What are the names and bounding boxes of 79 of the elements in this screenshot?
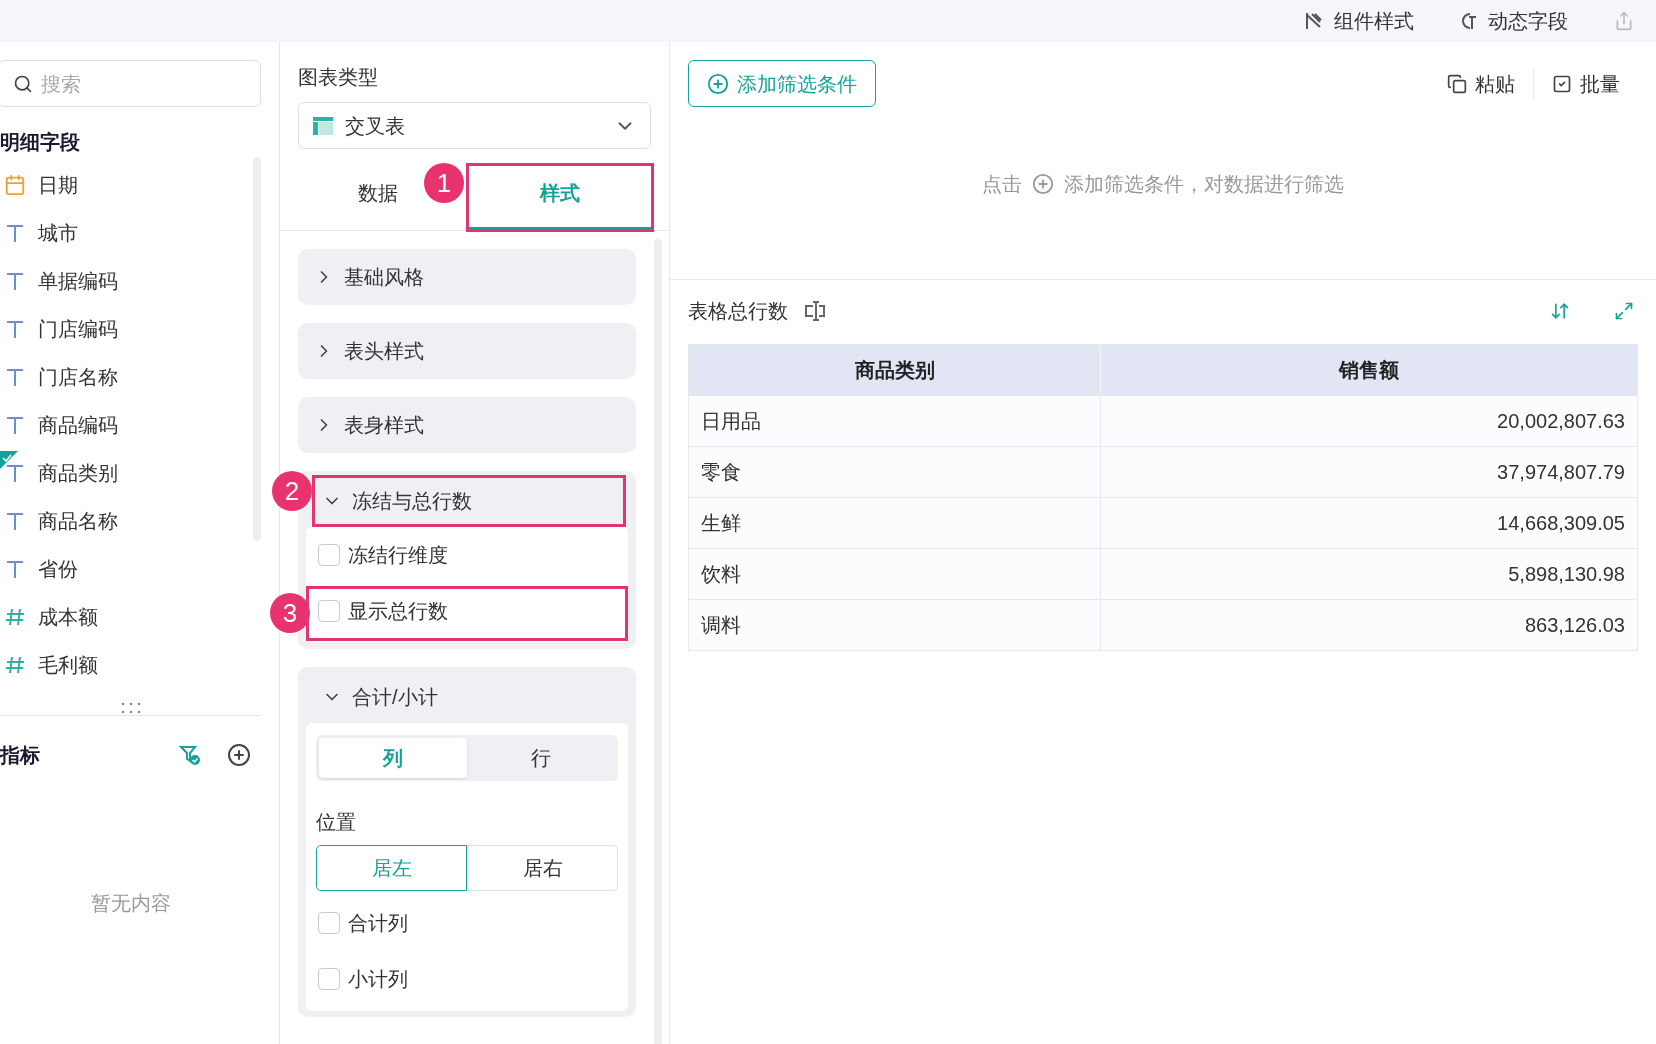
field-item[interactable]: 单据编码 (0, 257, 253, 305)
section-title: 合计/小计 (352, 685, 438, 710)
panel-tab[interactable]: 数据 (342, 159, 414, 230)
text-type-icon (4, 559, 26, 579)
table-cell-text: 5,898,130.98 (1507, 562, 1626, 587)
empty-text: 暂无内容 (89, 891, 172, 916)
field-item[interactable]: 毛利额 (0, 641, 253, 689)
field-item[interactable]: 商品类别 (0, 449, 253, 497)
section-title: 基础风格 (344, 265, 424, 290)
option-label: 合计列 (348, 911, 408, 936)
step-badge: 2 (272, 471, 312, 511)
toolbar-button[interactable]: 批量 (1533, 68, 1638, 99)
segment-tab[interactable]: 行 (467, 738, 615, 778)
text-cursor-icon[interactable] (804, 300, 826, 322)
table-cell-text: 37,974,807.79 (1496, 460, 1626, 485)
field-item[interactable]: 日期 (0, 161, 253, 209)
search-input[interactable]: 搜索 (41, 68, 221, 99)
section-heading: 指标 (0, 743, 41, 768)
position-option[interactable]: 居右 (467, 845, 618, 891)
step-badge: 3 (270, 593, 310, 633)
table-cell: 调料 (689, 600, 1101, 650)
checkbox[interactable] (318, 968, 340, 990)
drag-handle-icon[interactable] (120, 702, 142, 714)
option-label: 冻结行维度 (348, 543, 448, 568)
hash-icon (4, 655, 26, 675)
option-label: 显示总行数 (348, 599, 448, 624)
hint-text: 点击 (982, 172, 1022, 197)
section-heading: 明细字段 (0, 130, 81, 155)
section-title: 冻结与总行数 (352, 489, 472, 514)
copy-icon (1447, 73, 1467, 94)
field-item[interactable]: 城市 (0, 209, 253, 257)
add-icon (707, 72, 729, 95)
toolbar-button[interactable]: 组件样式 (1304, 6, 1414, 36)
toolbar-button[interactable]: 动态字段 (1460, 6, 1568, 36)
fullscreen-icon[interactable] (1614, 301, 1634, 321)
text-type-icon (4, 271, 26, 291)
field-label: 图表类型 (298, 65, 379, 90)
column-header: 销售额 (1337, 358, 1400, 383)
text-type-icon (4, 511, 26, 531)
section-title: 表身样式 (344, 413, 424, 438)
checkbox[interactable] (318, 544, 340, 566)
checkbox[interactable] (318, 600, 340, 622)
toolbar-button[interactable]: 粘贴 (1429, 68, 1533, 99)
add-icon (1032, 173, 1054, 195)
field-item[interactable]: 成本额 (0, 593, 253, 641)
field-item[interactable]: 门店名称 (0, 353, 253, 401)
brush-icon (1304, 11, 1324, 31)
field-item[interactable]: 省份 (0, 545, 253, 593)
option-label: 小计列 (348, 967, 408, 992)
checkbox[interactable] (318, 912, 340, 934)
checkbox-icon (1552, 73, 1572, 94)
search-icon (13, 73, 33, 94)
add-icon[interactable] (227, 743, 251, 767)
hint-text: 添加筛选条件，对数据进行筛选 (1064, 172, 1344, 197)
export-icon[interactable] (1614, 11, 1634, 31)
table-title: 表格总行数 (688, 299, 788, 324)
field-item[interactable]: 商品名称 (0, 497, 253, 545)
swap-icon[interactable] (1550, 301, 1570, 321)
calendar-icon (4, 174, 26, 196)
text-type-icon (4, 463, 26, 483)
table-cell-text: 20,002,807.63 (1496, 409, 1626, 434)
text-type-icon (4, 415, 26, 435)
text-type-icon (4, 319, 26, 339)
section-header[interactable]: 表身样式 (298, 397, 636, 453)
position-label: 位置 (316, 810, 357, 835)
text-type-icon (4, 223, 26, 243)
field-item[interactable]: 商品编码 (0, 401, 253, 449)
table-cell-text: 14,668,309.05 (1496, 511, 1626, 536)
section-header[interactable]: 表头样式 (298, 323, 636, 379)
step-badge: 1 (424, 163, 464, 203)
section-header[interactable]: 基础风格 (298, 249, 636, 305)
text-type-icon (4, 367, 26, 387)
filter-check-icon[interactable] (179, 744, 201, 766)
chart-type-dropdown[interactable]: 交叉表 (298, 102, 651, 149)
section-title: 表头样式 (344, 339, 424, 364)
field-item[interactable]: 门店编码 (0, 305, 253, 353)
hash-icon (4, 607, 26, 627)
table-cell-text: 863,126.03 (1523, 613, 1626, 638)
table-icon (313, 116, 333, 135)
